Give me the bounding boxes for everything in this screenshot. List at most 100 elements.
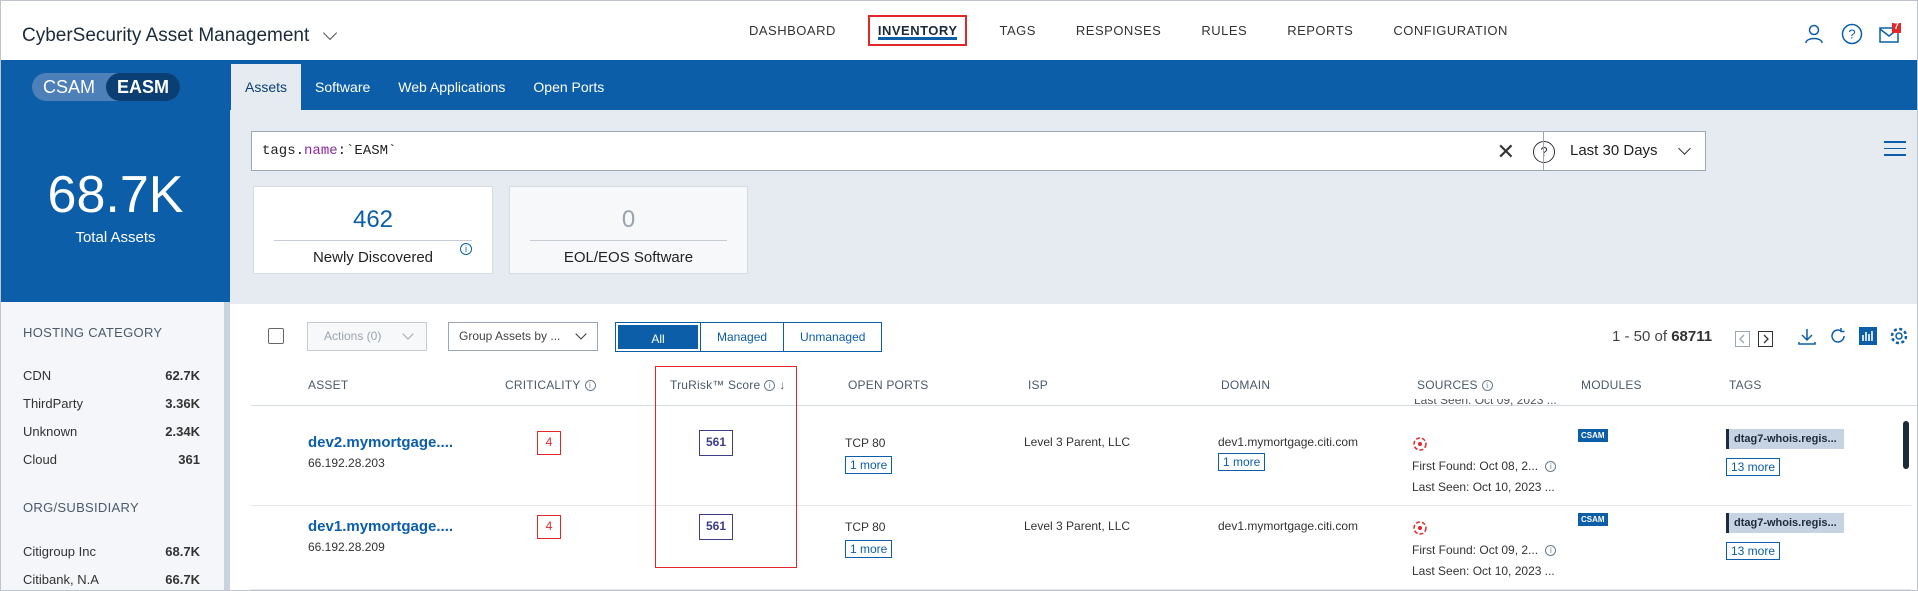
chart-icon[interactable] <box>1859 327 1877 350</box>
query-field: name <box>304 143 338 159</box>
filter-all[interactable]: All <box>615 322 701 352</box>
nav-inventory[interactable]: INVENTORY <box>867 15 968 46</box>
col-asset[interactable]: ASSET <box>308 378 348 392</box>
header-band: CSAM EASM Assets Software Web Applicatio… <box>1 60 1917 110</box>
col-tags[interactable]: TAGS <box>1729 378 1762 392</box>
mail-icon[interactable]: 7 <box>1879 21 1901 45</box>
nav-responses[interactable]: RESPONSES <box>1068 15 1169 46</box>
first-found-text: First Found: Oct 09, 2... <box>1412 543 1539 557</box>
col-isp[interactable]: ISP <box>1028 378 1048 392</box>
tab-web-applications[interactable]: Web Applications <box>384 64 519 110</box>
last-seen: Last Seen: Oct 10, 2023 ... <box>1412 564 1555 578</box>
toggle-easm[interactable]: EASM <box>106 73 180 101</box>
main-nav: DASHBOARD INVENTORY TAGS RESPONSES RULES… <box>741 1 1540 60</box>
table-row[interactable]: dev1.mymortgage.... 66.192.28.209 4 561 … <box>251 506 1911 590</box>
col-modules[interactable]: MODULES <box>1581 378 1642 392</box>
facet-item[interactable]: CDN 62.7K <box>1 362 224 390</box>
refresh-icon[interactable] <box>1829 327 1847 350</box>
search-bar[interactable]: tags.name:`EASM` ✕ ? Last 30 Days <box>251 131 1706 171</box>
filter-unmanaged[interactable]: Unmanaged <box>783 323 881 351</box>
facet-item[interactable]: Citibank, N.A 66.7K <box>1 566 224 590</box>
notification-count: 7 <box>1894 21 1900 31</box>
tab-open-ports[interactable]: Open Ports <box>519 64 618 110</box>
user-icon[interactable] <box>1803 23 1825 45</box>
eol-eos-card[interactable]: 0 EOL/EOS Software <box>509 186 748 274</box>
col-sources[interactable]: SOURCES i <box>1417 378 1493 392</box>
facet-item[interactable]: ThirdParty 3.36K <box>1 390 224 418</box>
criticality-badge[interactable]: 4 <box>537 515 561 539</box>
asset-link[interactable]: dev2.mymortgage.... <box>308 434 453 451</box>
table-row[interactable]: dev2.mymortgage.... 66.192.28.203 4 561 … <box>251 422 1911 506</box>
isp-value: Level 3 Parent, LLC <box>1024 519 1131 533</box>
csam-easm-toggle[interactable]: CSAM EASM <box>32 73 180 101</box>
port-more-button[interactable]: 1 more <box>845 540 893 558</box>
download-icon[interactable] <box>1797 327 1817 350</box>
source-icon[interactable] <box>1412 520 1428 536</box>
facet-label: Citigroup Inc <box>23 544 96 559</box>
tag-chip[interactable]: dtag7-whois.regis... <box>1726 429 1844 449</box>
tag-chip[interactable]: dtag7-whois.regis... <box>1726 513 1844 533</box>
total-assets-value: 68.7K <box>47 166 184 224</box>
info-icon[interactable]: i <box>460 243 472 255</box>
pagination-info: 1 - 50 of 68711 <box>1612 328 1712 345</box>
actions-dropdown[interactable]: Actions (0) <box>307 322 427 351</box>
table-scrollbar[interactable] <box>1903 421 1909 469</box>
page-range: 1 - 50 of <box>1612 328 1668 345</box>
open-port: TCP 80 <box>845 520 886 534</box>
last-seen: Last Seen: Oct 10, 2023 ... <box>1412 480 1555 494</box>
col-open-ports[interactable]: OPEN PORTS <box>848 378 928 392</box>
facet-item[interactable]: Citigroup Inc 68.7K <box>1 538 224 566</box>
nav-rules[interactable]: RULES <box>1193 15 1255 46</box>
info-icon[interactable]: i <box>1545 545 1557 557</box>
chevron-down-icon <box>402 328 414 340</box>
nav-reports[interactable]: REPORTS <box>1279 15 1361 46</box>
facet-count: 66.7K <box>165 572 200 587</box>
nav-dashboard[interactable]: DASHBOARD <box>741 15 844 46</box>
next-page-button[interactable] <box>1758 330 1773 347</box>
col-criticality[interactable]: CRITICALITY i <box>505 378 596 392</box>
criticality-badge[interactable]: 4 <box>537 431 561 455</box>
info-icon[interactable]: i <box>1545 461 1557 473</box>
org-subsidiary-title: ORG/SUBSIDIARY <box>23 500 139 515</box>
module-badge: CSAM <box>1578 513 1608 526</box>
asset-link[interactable]: dev1.mymortgage.... <box>308 518 453 535</box>
search-query[interactable]: tags.name:`EASM` <box>262 143 396 159</box>
table-tools <box>1735 326 1909 351</box>
prev-page-button[interactable] <box>1735 330 1750 347</box>
date-range-select[interactable]: Last 30 Days <box>1543 132 1705 170</box>
gear-icon[interactable] <box>1889 326 1909 351</box>
app-title[interactable]: CyberSecurity Asset Management <box>22 25 338 47</box>
group-assets-dropdown[interactable]: Group Assets by ... <box>448 322 598 351</box>
table-header: ASSET CRITICALITY i TruRisk™ Score i ↓ OPEN… <box>251 366 1917 406</box>
help-icon[interactable]: ? <box>1841 23 1863 45</box>
close-icon[interactable]: ✕ <box>1497 141 1515 163</box>
tag-more-button[interactable]: 13 more <box>1726 542 1781 560</box>
domain-more-button[interactable]: 1 more <box>1218 453 1266 471</box>
menu-icon[interactable] <box>1884 141 1906 157</box>
newly-discovered-card[interactable]: 462 Newly Discovered i <box>253 186 493 274</box>
app-title-text: CyberSecurity Asset Management <box>22 25 310 46</box>
select-all-checkbox[interactable] <box>268 328 284 344</box>
first-found-text: First Found: Oct 08, 2... <box>1412 459 1539 473</box>
col-criticality-label: CRITICALITY <box>505 378 581 392</box>
info-icon[interactable]: i <box>1481 380 1493 392</box>
total-assets-panel: 68.7K Total Assets <box>1 110 230 302</box>
port-more-button[interactable]: 1 more <box>845 456 893 474</box>
tab-software[interactable]: Software <box>301 64 384 110</box>
nav-tags[interactable]: TAGS <box>991 15 1043 46</box>
filter-managed[interactable]: Managed <box>700 323 783 351</box>
app-frame: CyberSecurity Asset Management DASHBOARD… <box>0 0 1918 591</box>
col-sources-label: SOURCES <box>1417 378 1478 392</box>
domain-value: dev1.mymortgage.citi.com <box>1218 435 1359 449</box>
nav-configuration[interactable]: CONFIGURATION <box>1385 15 1516 46</box>
tab-assets[interactable]: Assets <box>231 64 302 110</box>
toggle-csam[interactable]: CSAM <box>32 73 106 101</box>
source-icon[interactable] <box>1412 436 1428 452</box>
facet-label: Cloud <box>23 452 57 467</box>
facet-item[interactable]: Cloud 361 <box>1 446 224 474</box>
facet-sidebar: HOSTING CATEGORY CDN 62.7K ThirdParty 3.36… <box>1 302 230 590</box>
info-icon[interactable]: i <box>584 380 596 392</box>
facet-item[interactable]: Unknown 2.34K <box>1 418 224 446</box>
col-domain[interactable]: DOMAIN <box>1221 378 1270 392</box>
tag-more-button[interactable]: 13 more <box>1726 458 1781 476</box>
